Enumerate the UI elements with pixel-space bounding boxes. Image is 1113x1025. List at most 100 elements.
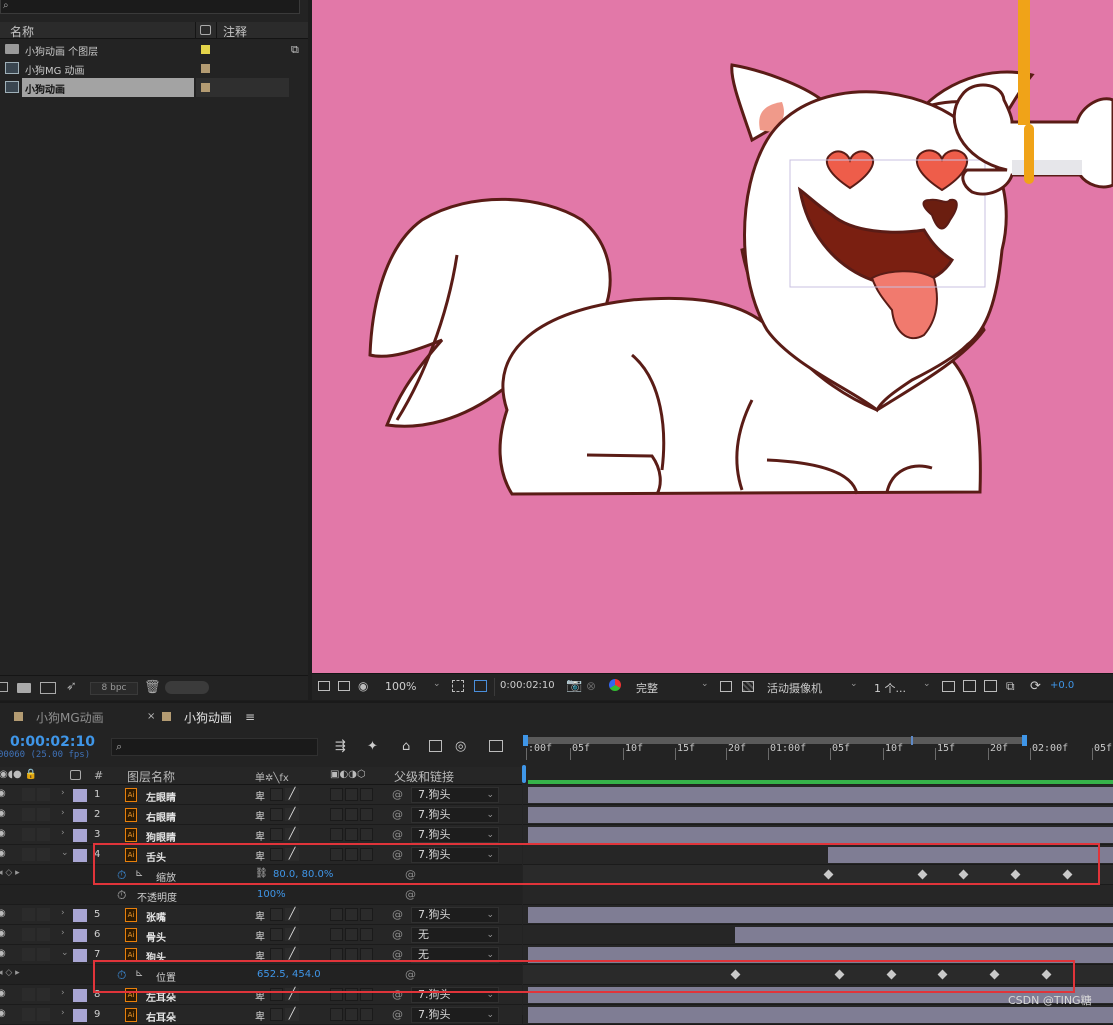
label-tag-icon[interactable] — [200, 25, 211, 35]
eye-icon[interactable]: ◉ — [0, 988, 6, 999]
shy-layers-icon[interactable]: ⌂ — [402, 739, 410, 754]
column-name-label[interactable]: 名称 — [10, 23, 34, 40]
pick-whip-icon[interactable]: @ — [405, 888, 416, 901]
column-divider[interactable] — [195, 22, 196, 39]
label-tag-icon[interactable] — [70, 770, 81, 780]
quality-switch-icon[interactable]: ╱ — [285, 928, 299, 941]
eye-icon[interactable]: ◉ — [0, 1008, 6, 1019]
label-color-swatch[interactable] — [201, 45, 210, 54]
motion-blur-icon[interactable]: ◎ — [455, 739, 466, 754]
layer-track[interactable] — [523, 785, 1113, 805]
adjustment-switch[interactable] — [360, 828, 373, 841]
audio-toggle[interactable] — [22, 948, 35, 961]
solo-toggle[interactable] — [37, 848, 50, 861]
chevron-down-icon[interactable]: ⌄ — [433, 679, 441, 689]
solo-toggle[interactable] — [37, 808, 50, 821]
current-time-indicator[interactable] — [522, 765, 526, 783]
eye-icon[interactable]: ◉ — [0, 828, 6, 839]
layer-name[interactable]: 狗眼睛 — [146, 829, 176, 844]
chevron-right-icon[interactable]: › — [61, 1008, 65, 1018]
chevron-down-icon[interactable]: ⌄ — [850, 679, 858, 689]
render-queue-icon[interactable]: ➶ — [66, 679, 77, 694]
column-divider[interactable] — [216, 22, 217, 39]
chevron-right-icon[interactable]: › — [61, 928, 65, 938]
current-timecode[interactable]: 0:00:02:10 — [10, 734, 95, 750]
fit-icon[interactable] — [452, 680, 464, 692]
bpc-button[interactable]: 8 bpc — [90, 682, 138, 695]
chevron-down-icon[interactable]: ⌄ — [486, 928, 494, 942]
draft-3d-icon[interactable]: ✦ — [367, 739, 378, 754]
shy-switch-icon[interactable]: 卑 — [255, 828, 265, 843]
property-track[interactable] — [523, 885, 1113, 905]
exposure-value[interactable]: +0.0 — [1050, 680, 1074, 691]
comp-flowchart-icon[interactable]: ⇶ — [335, 739, 346, 754]
chevron-down-icon[interactable]: ⌄ — [486, 1008, 494, 1022]
layer-track[interactable] — [523, 825, 1113, 845]
effect-switch[interactable] — [330, 828, 343, 841]
layer-duration-bar[interactable] — [528, 1007, 1113, 1023]
motion-blur-switch[interactable] — [345, 788, 358, 801]
parent-dropdown[interactable]: 7.狗头 ⌄ — [411, 1007, 499, 1023]
layer-search-input[interactable]: ⌕ — [111, 738, 318, 756]
new-composition-icon[interactable] — [40, 682, 56, 694]
quality-switch-icon[interactable]: ╱ — [285, 908, 299, 921]
stopwatch-icon[interactable]: ⏱ — [117, 888, 126, 903]
audio-toggle[interactable] — [22, 908, 35, 921]
chevron-right-icon[interactable]: › — [61, 788, 65, 798]
layer-track[interactable] — [523, 1005, 1113, 1025]
solo-toggle[interactable] — [37, 788, 50, 801]
audio-toggle[interactable] — [22, 828, 35, 841]
delete-trash-icon[interactable]: 🗑 — [144, 680, 161, 695]
property-value[interactable]: 100% — [257, 889, 286, 900]
thumbnail-slider[interactable] — [165, 681, 209, 694]
chevron-down-icon[interactable]: ⌄ — [61, 948, 69, 958]
flowchart-icon[interactable]: ⧉ — [291, 43, 299, 57]
chevron-down-icon[interactable]: ⌄ — [486, 828, 494, 842]
motion-blur-switch[interactable] — [345, 908, 358, 921]
frame-blending-icon[interactable] — [429, 740, 442, 752]
collapse-switch[interactable] — [270, 828, 283, 841]
column-switches[interactable]: 单✲╲fx — [255, 769, 289, 784]
reset-exposure-icon[interactable]: ⟳ — [1030, 679, 1041, 694]
av-switches-icons[interactable]: ◉◖● 🔒 — [0, 769, 37, 780]
always-preview-icon[interactable] — [318, 681, 330, 691]
shy-switch-icon[interactable]: 卑 — [255, 928, 265, 943]
monitor-icon[interactable] — [338, 681, 350, 691]
layer-row[interactable]: ◉ › 9 Ai 右耳朵卑 ╱ @7.狗头 ⌄ — [0, 1005, 522, 1025]
eye-icon[interactable]: ◉ — [0, 808, 6, 819]
interpret-footage-icon[interactable] — [0, 682, 8, 692]
layer-label-color[interactable] — [73, 929, 87, 942]
layer-duration-bar[interactable] — [528, 787, 1113, 803]
layer-name[interactable]: 右眼睛 — [146, 809, 176, 824]
quality-switch-icon[interactable]: ╱ — [285, 828, 299, 841]
layer-label-color[interactable] — [73, 1009, 87, 1022]
chevron-down-icon[interactable]: ⌄ — [923, 679, 931, 689]
collapse-switch[interactable] — [270, 928, 283, 941]
solo-toggle[interactable] — [37, 948, 50, 961]
layer-label-color[interactable] — [73, 909, 87, 922]
fast-preview-icon[interactable] — [720, 681, 732, 692]
shy-switch-icon[interactable]: 卑 — [255, 808, 265, 823]
layer-label-color[interactable] — [73, 849, 87, 862]
adjustment-switch[interactable] — [360, 908, 373, 921]
effect-switch[interactable] — [330, 808, 343, 821]
show-snapshot-icon[interactable]: ⊗ — [586, 679, 596, 693]
region-of-interest-icon[interactable] — [474, 680, 487, 692]
chevron-right-icon[interactable]: › — [61, 988, 65, 998]
layer-name[interactable]: 右耳朵 — [146, 1009, 176, 1024]
label-color-swatch[interactable] — [201, 83, 210, 92]
layer-row[interactable]: ◉ › 5 Ai 张嘴 卑 ╱ @7.狗头 ⌄ — [0, 905, 522, 925]
solo-toggle[interactable] — [37, 828, 50, 841]
shy-switch-icon[interactable]: 卑 — [255, 908, 265, 923]
parent-dropdown[interactable]: 无 ⌄ — [411, 927, 499, 943]
quality-switch-icon[interactable]: ╱ — [285, 788, 299, 801]
pick-whip-icon[interactable]: @ — [392, 828, 403, 841]
audio-toggle[interactable] — [22, 848, 35, 861]
parent-dropdown[interactable]: 7.狗头 ⌄ — [411, 827, 499, 843]
audio-toggle[interactable] — [22, 788, 35, 801]
adjustment-switch[interactable] — [360, 788, 373, 801]
eye-icon[interactable]: ◉ — [0, 788, 6, 799]
column-number[interactable]: # — [94, 769, 103, 782]
layer-duration-bar[interactable] — [528, 827, 1113, 843]
chevron-right-icon[interactable]: › — [61, 828, 65, 838]
